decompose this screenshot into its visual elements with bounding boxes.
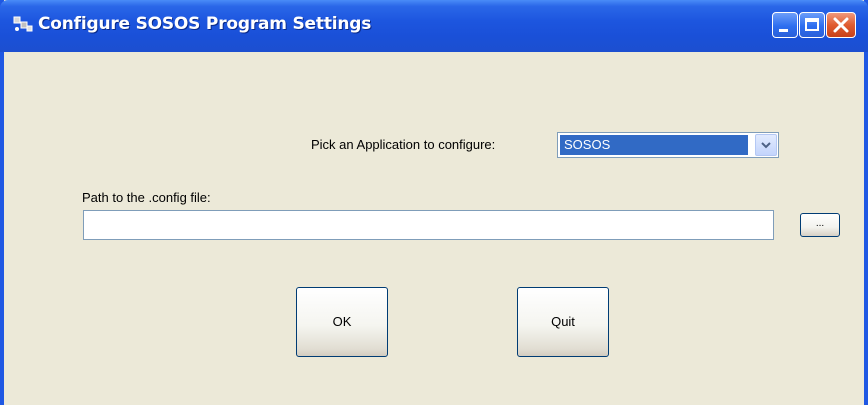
dropdown-arrow-button[interactable] [755, 134, 777, 156]
dialog-window: Configure SOSOS Program Settings Pick an… [0, 0, 868, 405]
application-dropdown-value: SOSOS [560, 135, 748, 155]
window-title: Configure SOSOS Program Settings [38, 14, 372, 34]
maximize-icon [805, 18, 819, 31]
config-path-input[interactable] [83, 210, 774, 240]
quit-button[interactable]: Quit [517, 287, 609, 357]
chevron-down-icon [761, 142, 771, 149]
maximize-button[interactable] [799, 12, 825, 38]
close-button[interactable] [826, 12, 856, 38]
browse-button[interactable]: ... [800, 213, 840, 237]
title-bar[interactable]: Configure SOSOS Program Settings [0, 0, 868, 52]
ok-button[interactable]: OK [296, 287, 388, 357]
app-icon [13, 16, 33, 32]
config-path-label: Path to the .config file: [82, 190, 211, 205]
close-icon [833, 17, 849, 33]
application-dropdown[interactable]: SOSOS [557, 132, 779, 158]
minimize-button[interactable] [772, 12, 798, 38]
app-picker-label: Pick an Application to configure: [311, 137, 496, 152]
minimize-icon [779, 29, 788, 32]
